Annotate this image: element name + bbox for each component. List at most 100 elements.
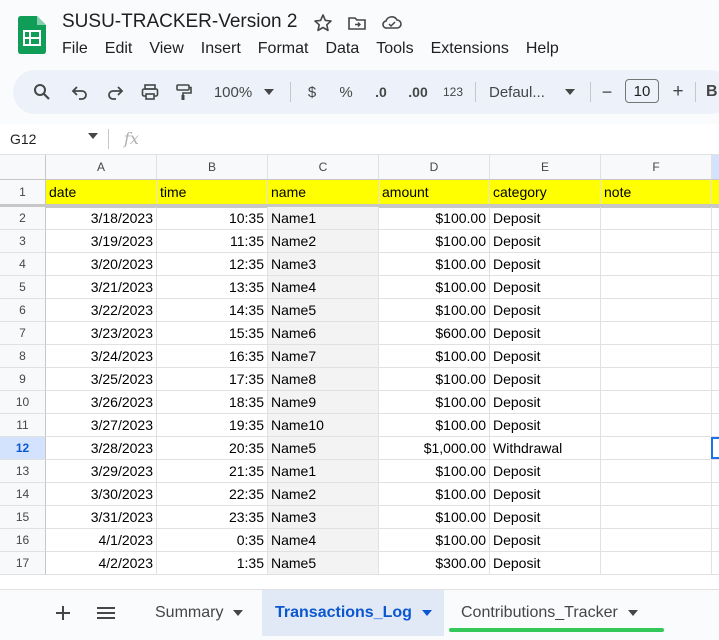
increase-decimal-button[interactable]: .00 bbox=[403, 70, 433, 114]
cell-time[interactable]: 11:35 bbox=[157, 230, 268, 253]
cell-date[interactable]: 3/21/2023 bbox=[46, 276, 157, 299]
cell-g[interactable] bbox=[712, 414, 719, 437]
chevron-down-icon[interactable] bbox=[88, 133, 98, 139]
row-header[interactable]: 4 bbox=[0, 253, 46, 276]
cell-category[interactable]: Deposit bbox=[490, 345, 601, 368]
cell-time[interactable]: 18:35 bbox=[157, 391, 268, 414]
cell-g[interactable] bbox=[712, 299, 719, 322]
cell-g[interactable] bbox=[712, 345, 719, 368]
cell-time[interactable]: 14:35 bbox=[157, 299, 268, 322]
font-family-select[interactable]: Defaul... bbox=[489, 70, 555, 114]
header-cell-time[interactable]: time bbox=[157, 180, 268, 205]
cell-note[interactable] bbox=[601, 391, 712, 414]
cell-g[interactable] bbox=[712, 322, 719, 345]
header-cell-date[interactable]: date bbox=[46, 180, 157, 205]
menu-insert[interactable]: Insert bbox=[201, 40, 249, 58]
cell-name[interactable]: Name8 bbox=[268, 368, 379, 391]
cell-time[interactable]: 19:35 bbox=[157, 414, 268, 437]
cell-category[interactable]: Deposit bbox=[490, 460, 601, 483]
cell-amount[interactable]: $1,000.00 bbox=[379, 437, 490, 460]
cell-date[interactable]: 3/25/2023 bbox=[46, 368, 157, 391]
cell-g[interactable] bbox=[712, 276, 719, 299]
menu-help[interactable]: Help bbox=[526, 40, 567, 58]
cell-amount[interactable]: $100.00 bbox=[379, 506, 490, 529]
cell-date[interactable]: 4/1/2023 bbox=[46, 529, 157, 552]
cell-g[interactable] bbox=[712, 460, 719, 483]
cell-time[interactable]: 16:35 bbox=[157, 345, 268, 368]
cell-category[interactable]: Deposit bbox=[490, 368, 601, 391]
cell-date[interactable]: 3/18/2023 bbox=[46, 207, 157, 230]
paint-format-icon[interactable] bbox=[168, 70, 198, 114]
cell-g[interactable] bbox=[712, 529, 719, 552]
cell-note[interactable] bbox=[601, 483, 712, 506]
cell-time[interactable]: 17:35 bbox=[157, 368, 268, 391]
cell-time[interactable]: 20:35 bbox=[157, 437, 268, 460]
row-header[interactable]: 11 bbox=[0, 414, 46, 437]
cell-g[interactable] bbox=[712, 483, 719, 506]
search-menus-icon[interactable] bbox=[27, 70, 57, 114]
cell-category[interactable]: Deposit bbox=[490, 230, 601, 253]
cell-category[interactable]: Deposit bbox=[490, 299, 601, 322]
column-header-e[interactable]: E bbox=[490, 155, 601, 180]
cell-amount[interactable]: $600.00 bbox=[379, 322, 490, 345]
menu-edit[interactable]: Edit bbox=[105, 40, 141, 58]
cell-amount[interactable]: $100.00 bbox=[379, 529, 490, 552]
row-header[interactable]: 13 bbox=[0, 460, 46, 483]
cell-time[interactable]: 10:35 bbox=[157, 207, 268, 230]
cell-category[interactable]: Deposit bbox=[490, 276, 601, 299]
sheets-logo-icon[interactable] bbox=[18, 16, 46, 54]
name-box[interactable]: G12 bbox=[10, 131, 36, 147]
header-cell-category[interactable]: category bbox=[490, 180, 601, 205]
cell-date[interactable]: 3/28/2023 bbox=[46, 437, 157, 460]
cell-name[interactable]: Name5 bbox=[268, 552, 379, 575]
cell-time[interactable]: 22:35 bbox=[157, 483, 268, 506]
cell-time[interactable]: 23:35 bbox=[157, 506, 268, 529]
cell-name[interactable]: Name1 bbox=[268, 460, 379, 483]
cell-note[interactable] bbox=[601, 460, 712, 483]
cell-time[interactable]: 15:35 bbox=[157, 322, 268, 345]
cell-amount[interactable]: $300.00 bbox=[379, 552, 490, 575]
decrease-decimal-button[interactable]: .0 bbox=[368, 70, 394, 114]
cell-date[interactable]: 3/31/2023 bbox=[46, 506, 157, 529]
cell-amount[interactable]: $100.00 bbox=[379, 253, 490, 276]
cell-category[interactable]: Deposit bbox=[490, 506, 601, 529]
cell-note[interactable] bbox=[601, 345, 712, 368]
cell-name[interactable]: Name2 bbox=[268, 483, 379, 506]
menu-format[interactable]: Format bbox=[258, 40, 317, 58]
cell-name[interactable]: Name2 bbox=[268, 230, 379, 253]
font-size-input[interactable]: 10 bbox=[625, 79, 659, 103]
cell-name[interactable]: Name10 bbox=[268, 414, 379, 437]
cell-amount[interactable]: $100.00 bbox=[379, 391, 490, 414]
row-header[interactable]: 8 bbox=[0, 345, 46, 368]
sheet-tab-summary[interactable]: Summary bbox=[141, 590, 257, 636]
cell-category[interactable]: Withdrawal bbox=[490, 437, 601, 460]
row-header[interactable]: 6 bbox=[0, 299, 46, 322]
cell-time[interactable]: 1:35 bbox=[157, 552, 268, 575]
cell-note[interactable] bbox=[601, 368, 712, 391]
chevron-down-icon[interactable] bbox=[261, 70, 277, 114]
cell-name[interactable]: Name5 bbox=[268, 299, 379, 322]
cell-date[interactable]: 3/27/2023 bbox=[46, 414, 157, 437]
row-header[interactable]: 10 bbox=[0, 391, 46, 414]
increase-font-size-button[interactable]: + bbox=[668, 70, 688, 114]
cell-date[interactable]: 3/29/2023 bbox=[46, 460, 157, 483]
cell-category[interactable]: Deposit bbox=[490, 414, 601, 437]
cell-date[interactable]: 3/22/2023 bbox=[46, 299, 157, 322]
cell-amount[interactable]: $100.00 bbox=[379, 207, 490, 230]
row-header[interactable]: 1 bbox=[0, 180, 46, 205]
cell-date[interactable]: 4/2/2023 bbox=[46, 552, 157, 575]
cell-amount[interactable]: $100.00 bbox=[379, 414, 490, 437]
menu-view[interactable]: View bbox=[149, 40, 191, 58]
cell-note[interactable] bbox=[601, 299, 712, 322]
cell-category[interactable]: Deposit bbox=[490, 391, 601, 414]
cell-g[interactable] bbox=[712, 253, 719, 276]
cell-note[interactable] bbox=[601, 253, 712, 276]
row-header[interactable]: 3 bbox=[0, 230, 46, 253]
currency-format-button[interactable]: $ bbox=[301, 70, 323, 114]
column-header-d[interactable]: D bbox=[379, 155, 490, 180]
zoom-select[interactable]: 100% bbox=[208, 70, 258, 114]
redo-icon[interactable] bbox=[100, 70, 130, 114]
cell-name[interactable]: Name3 bbox=[268, 506, 379, 529]
column-header-c[interactable]: C bbox=[268, 155, 379, 180]
undo-icon[interactable] bbox=[65, 70, 95, 114]
